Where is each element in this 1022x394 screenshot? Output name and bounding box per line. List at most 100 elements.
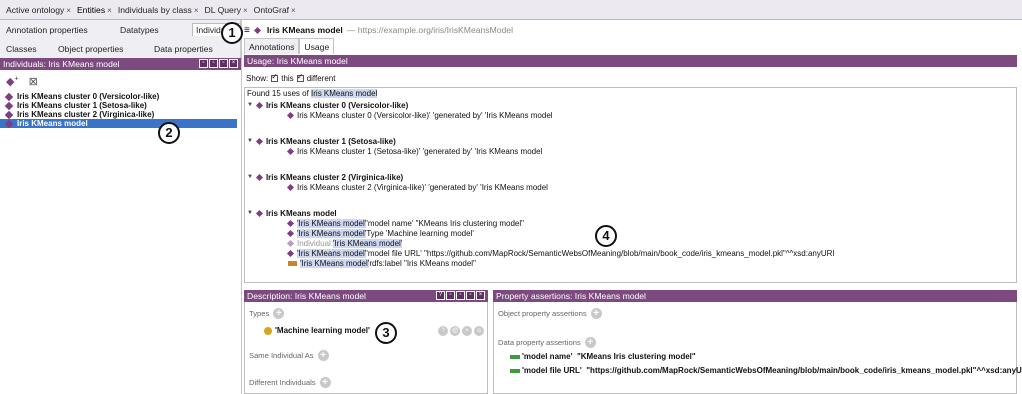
tab-entities[interactable]: Entities × [74,3,115,17]
maximize-icon[interactable]: ▫ [219,59,228,68]
close-icon[interactable]: × [194,6,199,15]
edit-icon[interactable]: o [474,326,484,336]
individual-icon [286,249,295,257]
individual-icon [286,111,295,119]
usage-axiom[interactable]: 'Iris KMeans model' 'model file URL' "ht… [247,248,835,258]
top-tab-bar: Active ontology × Entities × Individuals b… [0,0,1022,20]
individuals-panel-title: Individuals: Iris KMeans model ▫ ▫ ▫ × [0,58,241,70]
individuals-list: Iris KMeans cluster 0 (Versicolor-like) … [0,92,241,128]
individual-icon [253,26,261,34]
close-icon[interactable]: × [243,6,248,15]
help-icon[interactable]: ? [436,291,445,300]
tab-annotation-properties[interactable]: Annotation properties [6,25,88,35]
property-assertions-panel: Object property assertions + Data propert… [493,302,1022,394]
usage-group[interactable]: ▼ Iris KMeans cluster 2 (Virginica-like) … [247,172,548,192]
tab-annotations[interactable]: Annotations [244,38,300,54]
add-same-individual-icon[interactable]: + [317,350,329,361]
types-section: Types + [249,308,285,319]
property-assertions-title: Property assertions: Iris KMeans model [493,290,1017,302]
object-property-section: Object property assertions + [498,308,602,319]
individual-icon [255,137,263,145]
data-property-assertion[interactable]: 'model name' "KMeans Iris clustering mod… [510,352,696,361]
maximize-icon[interactable]: ▫ [466,291,475,300]
annotation-icon [288,260,297,266]
close-icon[interactable]: × [229,59,238,68]
tab-datatypes[interactable]: Datatypes [120,25,159,35]
callout-4: 4 [595,225,617,247]
usage-group[interactable]: ▼ Iris KMeans cluster 0 (Versicolor-like)… [247,100,553,120]
list-item[interactable]: Iris KMeans cluster 1 (Setosa-like) [0,101,241,110]
usage-tree: Found 15 uses of Iris KMeans model ▼ Iris… [244,87,1017,283]
tab-active-ontology[interactable]: Active ontology × [3,3,74,17]
close-icon[interactable]: × [66,6,71,15]
close-icon[interactable]: × [107,6,112,15]
usage-group-model[interactable]: ▼ Iris KMeans model 'Iris KMeans model' '… [247,208,835,268]
individual-icon [255,101,263,109]
usage-panel-title: Usage: Iris KMeans model [244,55,1017,67]
usage-axiom[interactable]: Iris KMeans cluster 2 (Virginica-like)' … [247,182,548,192]
annotate-icon[interactable]: @ [450,326,460,336]
individual-icon [4,92,14,101]
entity-type-tabs: Annotation properties Datatypes Individu… [0,20,241,58]
split-icon[interactable]: ▫ [456,291,465,300]
list-item[interactable]: Iris KMeans cluster 2 (Virginica-like) [0,110,241,119]
tab-dl-query[interactable]: DL Query × [202,3,251,17]
delete-individual-icon[interactable]: ⊠ [29,75,38,88]
type-item[interactable]: 'Machine learning model' [264,326,370,335]
list-item[interactable]: Iris KMeans cluster 0 (Versicolor-like) [0,92,241,101]
tab-ontograf[interactable]: OntoGraf × [251,3,299,17]
splitter[interactable] [241,20,242,394]
menu-icon[interactable]: ≡ [244,25,250,36]
data-property-assertion[interactable]: 'model file URL' "https://github.com/Map… [510,366,1022,375]
individual-icon [286,183,295,191]
usage-group[interactable]: ▼ Iris KMeans cluster 1 (Setosa-like) Iri… [247,136,542,156]
close-icon[interactable]: × [291,6,296,15]
panel-window-buttons: ▫ ▫ ▫ × [199,59,238,68]
add-object-property-icon[interactable]: + [590,308,602,319]
usage-axiom[interactable]: 'Iris KMeans model' Type 'Machine learni… [247,228,835,238]
close-icon[interactable]: × [476,291,485,300]
add-different-individual-icon[interactable]: + [319,377,331,388]
delete-icon[interactable]: × [462,326,472,336]
help-icon[interactable]: ? [438,326,448,336]
usage-axiom[interactable]: 'Iris KMeans model' 'model name' "KMeans… [247,218,835,228]
restore-icon[interactable]: ▫ [199,59,208,68]
expand-triangle-icon[interactable]: ▼ [247,102,253,108]
restore-icon[interactable]: ▫ [446,291,455,300]
expand-triangle-icon[interactable]: ▼ [247,138,253,144]
tab-data-properties[interactable]: Data properties [154,44,213,54]
individual-icon [255,173,263,181]
individual-icon [286,147,295,155]
usage-axiom[interactable]: Iris KMeans cluster 1 (Setosa-like)' 'ge… [247,146,542,156]
individual-icon [4,119,14,128]
callout-2: 2 [158,122,180,144]
tab-individuals-by-class[interactable]: Individuals by class × [115,3,202,17]
add-individual-icon[interactable]: ◆+ [6,75,19,88]
individual-icon [286,229,295,237]
split-icon[interactable]: ▫ [209,59,218,68]
data-property-section: Data property assertions + [498,337,596,348]
tab-usage[interactable]: Usage [299,38,335,54]
usage-axiom[interactable]: Iris KMeans cluster 0 (Versicolor-like)'… [247,110,553,120]
same-individual-section: Same Individual As + [249,350,329,361]
tab-object-properties[interactable]: Object properties [58,44,123,54]
usage-axiom[interactable]: 'Iris KMeans model' rdfs:label "Iris KMe… [247,258,835,268]
expand-triangle-icon[interactable]: ▼ [247,210,253,216]
different-individuals-section: Different Individuals + [249,377,331,388]
entity-iri: — https://example.org/iris/IrisKMeansMod… [346,25,513,35]
add-data-property-icon[interactable]: + [584,337,596,348]
tab-classes[interactable]: Classes [6,44,37,54]
different-checkbox[interactable] [296,72,304,82]
individual-icon [4,110,14,119]
list-item-selected[interactable]: Iris KMeans model [0,119,237,128]
description-panel-title: Description: Iris KMeans model ? ▫ ▫ ▫ × [244,290,488,302]
this-checkbox[interactable] [271,72,279,82]
individual-icon [4,101,14,110]
usage-axiom[interactable]: Individual: 'Iris KMeans model' [247,238,835,248]
expand-triangle-icon[interactable]: ▼ [247,174,253,180]
class-icon [264,326,272,335]
data-property-icon [510,354,520,359]
type-item-buttons: ? @ × o [438,326,484,336]
data-property-icon [510,368,520,373]
add-type-icon[interactable]: + [273,308,285,319]
